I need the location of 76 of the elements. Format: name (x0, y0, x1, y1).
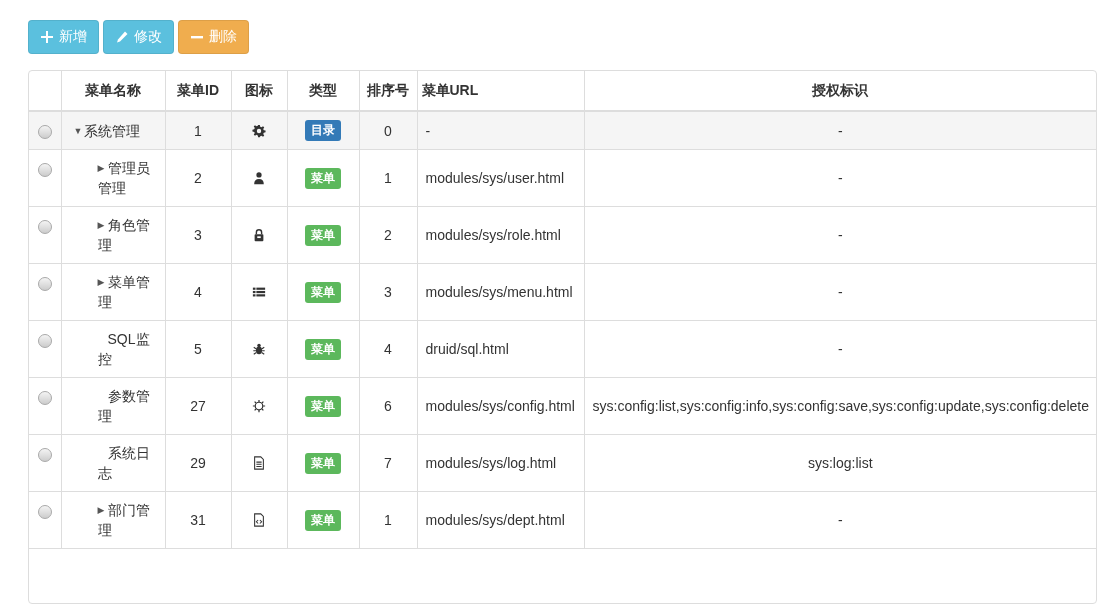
row-radio[interactable] (37, 505, 52, 519)
column-header: 类型 (309, 81, 337, 98)
sort-order: 2 (384, 227, 392, 243)
type-tag: 菜单 (305, 338, 341, 360)
pencil-icon (115, 30, 129, 44)
row-radio[interactable] (37, 277, 52, 291)
sort-order: 4 (384, 341, 392, 357)
add-button[interactable]: 新增 (28, 20, 99, 54)
lock-icon (252, 228, 266, 242)
menu-id: 1 (194, 122, 202, 139)
menu-id: 31 (190, 512, 206, 528)
column-header: 菜单名称 (85, 81, 141, 98)
menu-id: 2 (194, 170, 202, 186)
sort-order: 1 (384, 170, 392, 186)
edit-button[interactable]: 修改 (103, 20, 174, 54)
column-header: 排序号 (367, 81, 409, 98)
permission-text: - (837, 227, 843, 243)
menu-id: 4 (194, 284, 202, 300)
row-radio[interactable] (37, 334, 52, 348)
row-radio[interactable] (37, 163, 52, 177)
document-icon (252, 456, 266, 470)
row-radio[interactable] (37, 220, 52, 234)
menu-url: modules/sys/log.html (425, 455, 557, 471)
type-tag: 菜单 (305, 395, 341, 417)
permission-text: - (837, 341, 843, 357)
menu-url: modules/sys/role.html (425, 227, 561, 243)
sun-icon (252, 399, 266, 413)
sort-order: 3 (384, 284, 392, 300)
type-tag: 菜单 (305, 281, 341, 303)
permission-text: sys:log:list (807, 455, 873, 471)
delete-button[interactable]: 删除 (178, 20, 249, 54)
column-header: 授权标识 (812, 81, 869, 98)
menu-url: modules/sys/config.html (425, 398, 575, 414)
menu-url: druid/sql.html (425, 341, 509, 357)
menu-name: ▶ 菜单管理 (96, 273, 151, 312)
permission-text: sys:config:list,sys:config:info,sys:config:save,sys:config:update,sys:config:delete (592, 398, 1089, 414)
sort-order: 1 (384, 512, 392, 528)
row-radio[interactable] (37, 448, 52, 462)
permission-text: - (837, 284, 843, 300)
menu-id: 29 (190, 455, 206, 471)
menu-url: modules/sys/dept.html (425, 512, 565, 528)
menu-id: 27 (190, 398, 206, 414)
permission-text: - (837, 170, 843, 186)
list-icon (252, 285, 266, 299)
row-radio[interactable] (37, 125, 52, 139)
gear-icon (252, 123, 266, 138)
menu-name: 系统日志 (96, 444, 151, 483)
sort-order: 7 (384, 455, 392, 471)
code-file-icon (252, 513, 266, 527)
type-tag: 目录 (305, 120, 341, 141)
permission-text: - (837, 512, 843, 528)
user-icon (252, 171, 266, 185)
type-tag: 菜单 (305, 224, 341, 246)
column-header: 菜单URL (421, 81, 479, 98)
row-radio[interactable] (37, 391, 52, 405)
menu-name: ▶ 角色管理 (96, 216, 151, 255)
column-header: 图标 (245, 81, 273, 98)
menu-id: 3 (194, 227, 202, 243)
menu-url: modules/sys/user.html (425, 170, 564, 186)
plus-icon (40, 30, 54, 44)
menu-name: ▶ 管理员管理 (96, 159, 151, 198)
menu-name: ▼系统管理 (72, 121, 141, 141)
sort-order: 6 (384, 398, 392, 414)
menu-url: modules/sys/menu.html (425, 284, 573, 300)
type-tag: 菜单 (305, 167, 341, 189)
menu-id: 5 (194, 341, 202, 357)
menu-url: - (425, 122, 431, 139)
type-tag: 菜单 (305, 452, 341, 474)
column-header: 菜单ID (177, 81, 219, 98)
menu-name: SQL监控 (96, 330, 151, 369)
permission-text: - (837, 122, 843, 139)
bug-icon (252, 342, 266, 356)
type-tag: 菜单 (305, 509, 341, 531)
menu-name: 参数管理 (96, 387, 151, 426)
menu-name: ▶ 部门管理 (96, 501, 151, 540)
sort-order: 0 (384, 122, 392, 139)
